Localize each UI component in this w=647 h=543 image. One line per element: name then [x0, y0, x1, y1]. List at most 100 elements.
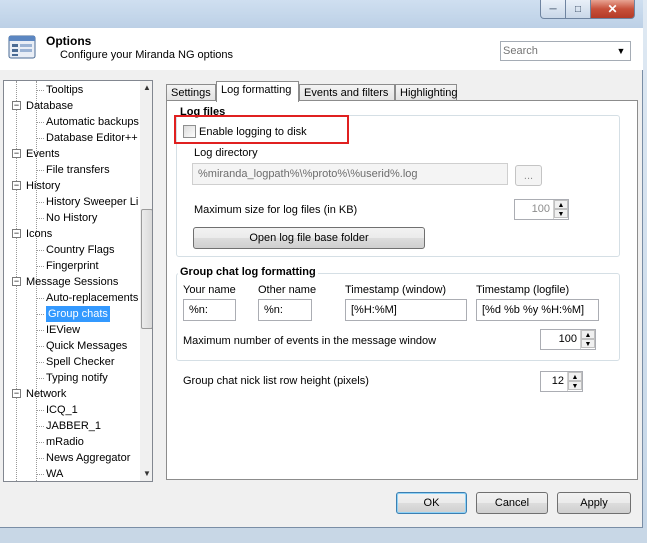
- max-events-value: 100: [558, 333, 577, 345]
- tree-connector: [36, 378, 44, 379]
- tree-collapse-icon[interactable]: −: [12, 101, 21, 110]
- timestamp-window-field[interactable]: [%H:%M]: [345, 299, 467, 321]
- tree-connector: [36, 410, 44, 411]
- spin-up-icon[interactable]: ▲: [581, 330, 595, 339]
- scroll-up-icon[interactable]: ▲: [142, 83, 152, 93]
- tree-connector: [36, 474, 44, 475]
- scroll-thumb[interactable]: [141, 209, 152, 329]
- minimize-button[interactable]: ─: [540, 0, 566, 19]
- page-subtitle: Configure your Miranda NG options: [60, 49, 234, 61]
- title-bar: ─ □ ✕: [0, 0, 643, 28]
- max-events-label: Maximum number of events in the message …: [183, 335, 437, 347]
- tree-item[interactable]: Network: [26, 386, 66, 402]
- tree-item[interactable]: Fingerprint: [46, 258, 99, 274]
- tree-item[interactable]: Auto-replacements: [46, 290, 138, 306]
- apply-button[interactable]: Apply: [557, 492, 631, 514]
- spin-down-icon[interactable]: ▼: [581, 339, 595, 348]
- tree-connector: [36, 346, 44, 347]
- tree-item[interactable]: Events: [26, 146, 60, 162]
- options-icon: [8, 35, 36, 59]
- page-title: Options: [46, 34, 92, 48]
- open-log-folder-button[interactable]: Open log file base folder: [193, 227, 425, 249]
- tree-item[interactable]: WA: [46, 466, 63, 481]
- close-icon: ✕: [607, 2, 618, 16]
- tree-item[interactable]: News Aggregator: [46, 450, 130, 466]
- tree-connector: [36, 266, 44, 267]
- tree-item[interactable]: History Sweeper Li: [46, 194, 138, 210]
- tree-collapse-icon[interactable]: −: [12, 149, 21, 158]
- search-input[interactable]: [501, 44, 613, 58]
- timestamp-logfile-label: Timestamp (logfile): [476, 284, 570, 296]
- tree-item[interactable]: mRadio: [46, 434, 84, 450]
- tree-connector: [36, 362, 44, 363]
- tree-connector: [36, 426, 44, 427]
- tree-collapse-icon[interactable]: −: [12, 389, 21, 398]
- max-events-spinner[interactable]: 100 ▲ ▼: [540, 329, 596, 350]
- tree-scrollbar[interactable]: ▲ ▼: [140, 81, 152, 481]
- tree-item[interactable]: Group chats: [46, 306, 110, 322]
- tree-item[interactable]: ICQ_1: [46, 402, 78, 418]
- log-directory-field[interactable]: %miranda_logpath%\%proto%\%userid%.log: [192, 163, 508, 185]
- tree-connector: [36, 250, 44, 251]
- tree-connector: [36, 298, 44, 299]
- other-name-label: Other name: [258, 284, 317, 296]
- tree-item[interactable]: Automatic backups: [46, 114, 139, 130]
- tree-connector: [36, 218, 44, 219]
- tree-item[interactable]: Country Flags: [46, 242, 114, 258]
- tree-item[interactable]: Spell Checker: [46, 354, 114, 370]
- tree-connector: [36, 122, 44, 123]
- tree-connector: [36, 202, 44, 203]
- maximize-icon: □: [574, 3, 582, 15]
- nick-list-height-value: 12: [551, 375, 564, 387]
- tree-item[interactable]: No History: [46, 210, 97, 226]
- ok-button[interactable]: OK: [396, 492, 467, 514]
- tree-item[interactable]: Database Editor++: [46, 130, 138, 146]
- tree-item[interactable]: Tooltips: [46, 82, 83, 98]
- timestamp-logfile-field[interactable]: [%d %b %y %H:%M]: [476, 299, 599, 321]
- spin-down-icon[interactable]: ▼: [554, 209, 568, 218]
- tree-item[interactable]: Typing notify: [46, 370, 108, 386]
- group-chat-group-label: Group chat log formatting: [178, 266, 318, 278]
- max-size-spinner[interactable]: 100 ▲ ▼: [514, 199, 569, 220]
- chevron-down-icon[interactable]: ▼: [613, 46, 629, 56]
- tab-log-formatting[interactable]: Log formatting: [216, 81, 299, 102]
- tree-collapse-icon[interactable]: −: [12, 181, 21, 190]
- tree-item[interactable]: Database: [26, 98, 73, 114]
- spin-up-icon[interactable]: ▲: [554, 200, 568, 209]
- browse-button[interactable]: ...: [515, 165, 542, 186]
- search-box[interactable]: ▼: [500, 41, 631, 61]
- caption-buttons: ─ □ ✕: [540, 0, 635, 19]
- tree-connector: [36, 314, 44, 315]
- tree-item[interactable]: History: [26, 178, 60, 194]
- tree-connector: [36, 138, 44, 139]
- log-directory-label: Log directory: [194, 147, 258, 159]
- nick-list-height-label: Group chat nick list row height (pixels): [183, 375, 369, 387]
- tree-item[interactable]: JABBER_1: [46, 418, 101, 434]
- tree-item[interactable]: Message Sessions: [26, 274, 118, 290]
- max-size-label: Maximum size for log files (in KB): [194, 204, 358, 216]
- options-tree[interactable]: ▲ ▼ Tooltips − Database Automatic backups Da…: [3, 80, 153, 482]
- tree-item[interactable]: Quick Messages: [46, 338, 127, 354]
- tree-collapse-icon[interactable]: −: [12, 229, 21, 238]
- scroll-down-icon[interactable]: ▼: [142, 469, 152, 479]
- enable-logging-label[interactable]: Enable logging to disk: [199, 126, 307, 138]
- your-name-label: Your name: [183, 284, 236, 296]
- tree-connector: [36, 442, 44, 443]
- tree-connector: [36, 170, 44, 171]
- other-name-field[interactable]: %n:: [258, 299, 312, 321]
- your-name-field[interactable]: %n:: [183, 299, 236, 321]
- enable-logging-checkbox[interactable]: [183, 125, 196, 138]
- maximize-button[interactable]: □: [566, 0, 591, 19]
- spin-up-icon[interactable]: ▲: [568, 372, 582, 381]
- tree-item[interactable]: Icons: [26, 226, 52, 242]
- tree-item[interactable]: IEView: [46, 322, 80, 338]
- tree-item[interactable]: File transfers: [46, 162, 110, 178]
- minimize-icon: ─: [549, 3, 557, 15]
- close-button[interactable]: ✕: [591, 0, 635, 19]
- spin-down-icon[interactable]: ▼: [568, 381, 582, 390]
- nick-list-height-spinner[interactable]: 12 ▲ ▼: [540, 371, 583, 392]
- tree-collapse-icon[interactable]: −: [12, 277, 21, 286]
- tab-panel: Log files Enable logging to disk Log dir…: [166, 100, 638, 480]
- cancel-button[interactable]: Cancel: [476, 492, 548, 514]
- tree-connector: [36, 458, 44, 459]
